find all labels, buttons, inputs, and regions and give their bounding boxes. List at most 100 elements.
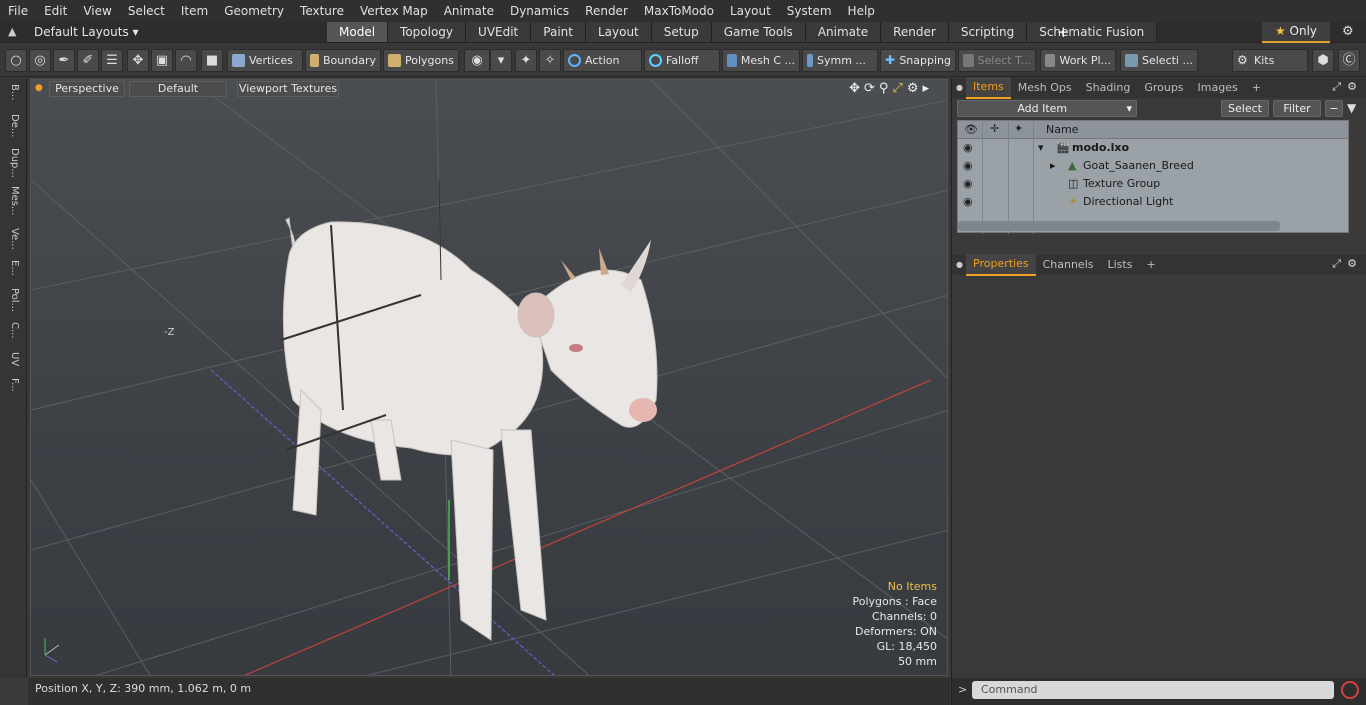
rotate-icon[interactable]: ◠	[175, 49, 197, 72]
panel-menu-dot[interactable]: ●	[956, 83, 963, 92]
item-row-goat[interactable]: ◉ ▸ ▲ Goat_Saanen_Breed	[958, 157, 1348, 175]
left-tab-deform[interactable]: De...	[4, 114, 20, 137]
perspective-dropdown[interactable]: Perspective	[49, 81, 125, 97]
command-input[interactable]: Command	[972, 681, 1334, 699]
move-icon[interactable]: ✥	[127, 49, 149, 72]
items-gear-icon[interactable]: ⚙	[1347, 80, 1357, 93]
eye-icon[interactable]: ◉	[963, 141, 973, 154]
left-tab-vertex[interactable]: Ve...	[4, 228, 20, 250]
left-tab-mesh-edit[interactable]: Mes...	[4, 186, 20, 216]
menu-animate[interactable]: Animate	[436, 0, 502, 22]
material-icon[interactable]: ◉	[464, 49, 490, 72]
menu-dynamics[interactable]: Dynamics	[502, 0, 577, 22]
tab-layout[interactable]: Layout	[585, 22, 652, 42]
record-icon[interactable]	[1341, 681, 1359, 699]
snap-icon[interactable]: ✦	[515, 49, 537, 72]
left-tab-basic[interactable]: B...	[4, 84, 20, 100]
select-button[interactable]: Select	[1221, 100, 1269, 117]
tab-schematic-fusion[interactable]: Schematic Fusion	[1027, 22, 1158, 42]
chevron-down-icon[interactable]: ▾	[490, 49, 512, 72]
menu-geometry[interactable]: Geometry	[216, 0, 292, 22]
menu-maxtomodo[interactable]: MaxToModo	[636, 0, 722, 22]
tab-paint[interactable]: Paint	[531, 22, 586, 42]
funnel-icon[interactable]: ▼	[1347, 101, 1356, 115]
symmetry-icon[interactable]: ✧	[539, 49, 561, 72]
cube-icon[interactable]: ■	[201, 49, 223, 72]
tab-animate[interactable]: Animate	[805, 22, 882, 42]
globe-icon[interactable]: ◎	[29, 49, 51, 72]
left-tab-polygon[interactable]: Pol...	[4, 288, 20, 312]
viewport-gear-icon[interactable]: ⚙	[907, 81, 923, 96]
selection-sets-button[interactable]: Selecti ...	[1120, 49, 1198, 72]
menu-render[interactable]: Render	[577, 0, 636, 22]
falloff-button[interactable]: Falloff	[644, 49, 720, 72]
circle-select-icon[interactable]: ○	[5, 49, 27, 72]
work-plane-button[interactable]: Work Pl...	[1040, 49, 1116, 72]
menu-view[interactable]: View	[75, 0, 119, 22]
zoom-icon[interactable]: ⚲	[879, 81, 893, 96]
tab-lists[interactable]: Lists	[1101, 255, 1140, 275]
menu-texture[interactable]: Texture	[292, 0, 352, 22]
tab-scripting[interactable]: Scripting	[948, 22, 1028, 42]
play-icon[interactable]: ▸	[922, 81, 933, 96]
tab-model[interactable]: Model	[327, 22, 389, 42]
pen-icon[interactable]: ✒	[53, 49, 75, 72]
menu-system[interactable]: System	[779, 0, 840, 22]
menu-vertex-map[interactable]: Vertex Map	[352, 0, 436, 22]
collapse-arrow-icon[interactable]: ▸	[1050, 159, 1056, 172]
mesh-constraint-button[interactable]: Mesh C ...	[722, 49, 800, 72]
unreal-icon[interactable]: Ⓒ	[1338, 49, 1360, 72]
viewport-textures-dropdown[interactable]: Viewport Textures	[237, 81, 339, 97]
pan-icon[interactable]: ✥	[849, 81, 864, 96]
item-row-modo-lxo[interactable]: ◉ ▾ 🎬 modo.lxo	[958, 139, 1348, 157]
snapping-button[interactable]: ✚ Snapping	[880, 49, 956, 72]
tab-topology[interactable]: Topology	[388, 22, 467, 42]
left-tab-curve[interactable]: C...	[4, 322, 20, 339]
polygons-button[interactable]: Polygons	[383, 49, 459, 72]
tab-uvedit[interactable]: UVEdit	[466, 22, 532, 42]
item-list-scrollbar[interactable]	[958, 221, 1280, 231]
tab-game-tools[interactable]: Game Tools	[711, 22, 806, 42]
left-tab-uv[interactable]: UV	[4, 352, 20, 366]
menu-item[interactable]: Item	[173, 0, 216, 22]
viewport-menu-dot[interactable]: ●	[35, 83, 43, 93]
3d-viewport[interactable]: -Z ● Perspective Default Viewport Textur…	[30, 79, 948, 676]
tab-groups[interactable]: Groups	[1137, 78, 1190, 98]
maximize-icon[interactable]: ⤢	[892, 81, 906, 96]
menu-help[interactable]: Help	[840, 0, 883, 22]
default-layouts-dropdown[interactable]: Default Layouts ▾	[34, 25, 139, 39]
add-tab-icon[interactable]: +	[1057, 23, 1070, 41]
add-item-dropdown[interactable]: Add Item ▾	[957, 100, 1137, 117]
left-tab-duplicate[interactable]: Dup...	[4, 148, 20, 178]
scale-icon[interactable]: ▣	[151, 49, 173, 72]
add-properties-tab-icon[interactable]: +	[1139, 255, 1162, 275]
add-tab-plus-icon[interactable]: +	[1245, 78, 1268, 98]
select-through-button[interactable]: Select T...	[958, 49, 1036, 72]
menu-edit[interactable]: Edit	[36, 0, 75, 22]
gear-icon[interactable]: ⚙	[1342, 24, 1354, 39]
item-row-directional-light[interactable]: ◉ ☀ Directional Light	[958, 193, 1348, 211]
action-center-button[interactable]: Action	[563, 49, 642, 72]
menu-select[interactable]: Select	[120, 0, 173, 22]
item-row-texture-group[interactable]: ◉ ◫ Texture Group	[958, 175, 1348, 193]
tab-mesh-ops[interactable]: Mesh Ops	[1011, 78, 1079, 98]
only-toggle[interactable]: ★ Only	[1262, 22, 1330, 43]
menu-file[interactable]: File	[0, 0, 36, 22]
shading-style-dropdown[interactable]: Default	[129, 81, 227, 97]
tab-shading[interactable]: Shading	[1079, 78, 1138, 98]
left-tab-fusion[interactable]: F...	[4, 378, 20, 392]
tab-channels[interactable]: Channels	[1036, 255, 1101, 275]
expand-arrow-icon[interactable]: ▾	[1038, 141, 1044, 154]
properties-expand-icon[interactable]: ⤢	[1332, 257, 1341, 271]
properties-menu-dot[interactable]: ●	[956, 260, 963, 269]
symmetry-button[interactable]: Symm ...	[802, 49, 878, 72]
filter-button[interactable]: Filter	[1273, 100, 1321, 117]
orbit-icon[interactable]: ⟳	[864, 81, 879, 96]
tab-images[interactable]: Images	[1191, 78, 1245, 98]
unity-icon[interactable]: ⬢	[1312, 49, 1334, 72]
tab-items[interactable]: Items	[966, 77, 1011, 99]
left-tab-edge[interactable]: E...	[4, 260, 20, 276]
eye-icon[interactable]: ◉	[963, 159, 973, 172]
tab-properties[interactable]: Properties	[966, 254, 1036, 276]
list-icon[interactable]: ☰	[101, 49, 123, 72]
